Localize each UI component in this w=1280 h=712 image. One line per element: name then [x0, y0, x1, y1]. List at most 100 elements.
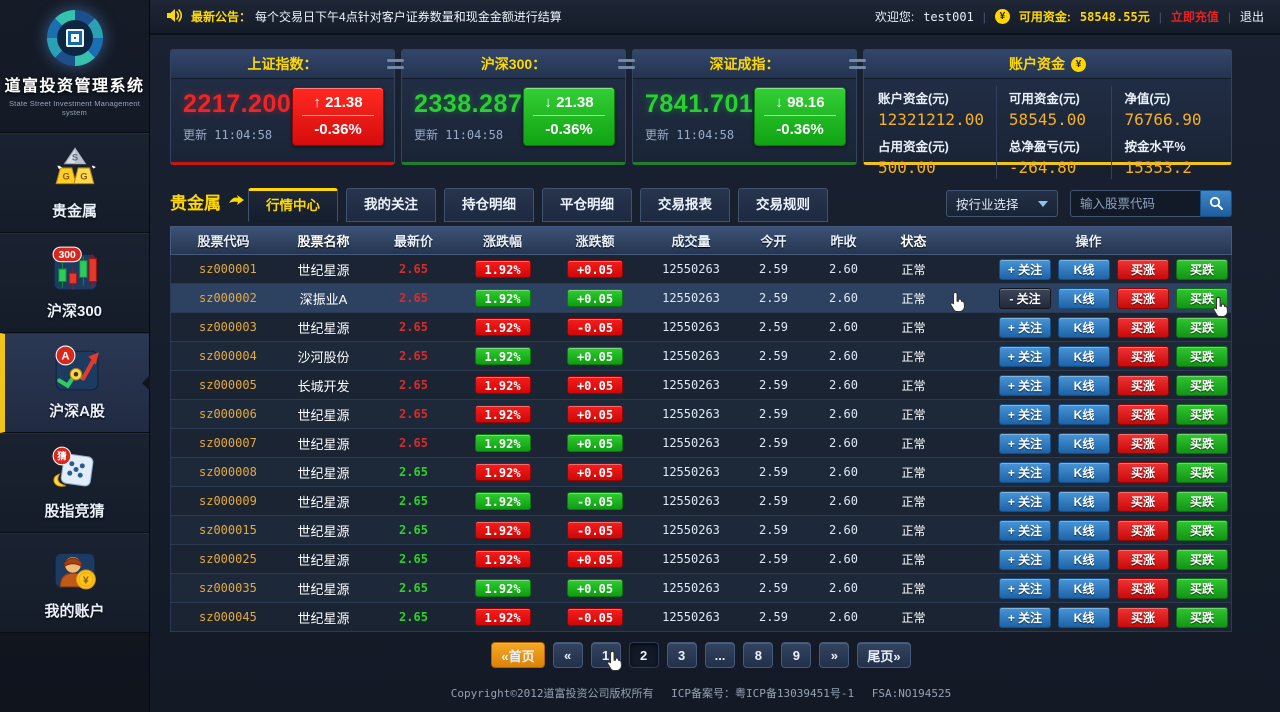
buy-down-button[interactable]: 买跌 [1176, 549, 1228, 570]
kline-button[interactable]: K线 [1058, 288, 1110, 309]
recharge-link[interactable]: 立即充值 [1171, 8, 1219, 25]
page-button-ellipsis[interactable]: ... [705, 642, 736, 668]
index-card-title: 沪深300： [402, 50, 625, 79]
kline-button[interactable]: K线 [1058, 317, 1110, 338]
watch-button[interactable]: + 关注 [999, 607, 1051, 628]
kline-button[interactable]: K线 [1058, 346, 1110, 367]
page-button-last[interactable]: 尾页» [857, 642, 910, 668]
buy-up-button[interactable]: 买涨 [1117, 375, 1169, 396]
kline-button[interactable]: K线 [1058, 607, 1110, 628]
watch-button[interactable]: + 关注 [999, 520, 1051, 541]
page-button-1[interactable]: 1 [591, 642, 621, 668]
table-row[interactable]: sz000015 世纪星源 2.65 1.92% -0.05 12550263 … [170, 516, 1232, 545]
table-row[interactable]: sz000007 世纪星源 2.65 1.92% +0.05 12550263 … [170, 429, 1232, 458]
page-button-9[interactable]: 9 [781, 642, 811, 668]
sidebar-item-沪深300[interactable]: 300 沪深300 [0, 233, 149, 333]
tab-交易报表[interactable]: 交易报表 [640, 188, 730, 222]
page-button-3[interactable]: 3 [667, 642, 697, 668]
watch-button[interactable]: + 关注 [999, 317, 1051, 338]
tab-我的关注[interactable]: 我的关注 [346, 188, 436, 222]
page-button-2[interactable]: 2 [629, 642, 659, 668]
buy-up-button[interactable]: 买涨 [1117, 288, 1169, 309]
kline-button[interactable]: K线 [1058, 491, 1110, 512]
tab-bar: 行情中心我的关注持仓明细平仓明细交易报表交易规则 [248, 188, 828, 222]
table-row[interactable]: sz000045 世纪星源 2.65 1.92% -0.05 12550263 … [170, 603, 1232, 632]
table-row[interactable]: sz000025 世纪星源 2.65 1.92% +0.05 12550263 … [170, 545, 1232, 574]
industry-select[interactable]: 按行业选择 [946, 190, 1058, 217]
buy-up-button[interactable]: 买涨 [1117, 404, 1169, 425]
watch-button[interactable]: + 关注 [999, 578, 1051, 599]
buy-up-button[interactable]: 买涨 [1117, 346, 1169, 367]
table-row[interactable]: sz000008 世纪星源 2.65 1.92% +0.05 12550263 … [170, 458, 1232, 487]
watch-button[interactable]: + 关注 [999, 375, 1051, 396]
watch-button[interactable]: + 关注 [999, 491, 1051, 512]
buy-up-button[interactable]: 买涨 [1117, 607, 1169, 628]
breadcrumb-market[interactable]: 贵金属 [170, 189, 248, 222]
kline-button[interactable]: K线 [1058, 578, 1110, 599]
buy-up-button[interactable]: 买涨 [1117, 549, 1169, 570]
page-button-first[interactable]: «首页 [491, 642, 544, 668]
watch-button[interactable]: + 关注 [999, 346, 1051, 367]
buy-down-button[interactable]: 买跌 [1176, 433, 1228, 454]
kline-button[interactable]: K线 [1058, 549, 1110, 570]
watch-button[interactable]: + 关注 [999, 549, 1051, 570]
buy-down-button[interactable]: 买跌 [1176, 288, 1228, 309]
buy-down-button[interactable]: 买跌 [1176, 578, 1228, 599]
buy-up-button[interactable]: 买涨 [1117, 491, 1169, 512]
sidebar-item-沪深A股[interactable]: A 沪深A股 [0, 333, 149, 433]
watch-button[interactable]: + 关注 [999, 404, 1051, 425]
open-price: 2.59 [741, 436, 806, 450]
buy-up-button[interactable]: 买涨 [1117, 520, 1169, 541]
table-row[interactable]: sz000003 世纪星源 2.65 1.92% -0.05 12550263 … [170, 313, 1232, 342]
buy-down-button[interactable]: 买跌 [1176, 491, 1228, 512]
table-row[interactable]: sz000001 世纪星源 2.65 1.92% +0.05 12550263 … [170, 255, 1232, 284]
logout-link[interactable]: 退出 [1240, 8, 1264, 25]
table-row[interactable]: sz000035 世纪星源 2.65 1.92% +0.05 12550263 … [170, 574, 1232, 603]
tab-行情中心[interactable]: 行情中心 [248, 188, 338, 222]
open-price: 2.59 [741, 320, 806, 334]
buy-down-button[interactable]: 买跌 [1176, 346, 1228, 367]
table-row[interactable]: sz000005 长城开发 2.65 1.92% +0.05 12550263 … [170, 371, 1232, 400]
kline-button[interactable]: K线 [1058, 259, 1110, 280]
sidebar-item-贵金属[interactable]: SGG 贵金属 [0, 133, 149, 233]
table-row[interactable]: sz000004 沙河股份 2.65 1.92% +0.05 12550263 … [170, 342, 1232, 371]
sidebar-item-股指竞猜[interactable]: 猜 股指竞猜 [0, 433, 149, 533]
watch-button[interactable]: + 关注 [999, 433, 1051, 454]
stock-code-input[interactable] [1070, 190, 1200, 217]
buy-down-button[interactable]: 买跌 [1176, 404, 1228, 425]
buy-up-button[interactable]: 买涨 [1117, 578, 1169, 599]
buy-down-button[interactable]: 买跌 [1176, 259, 1228, 280]
buy-down-button[interactable]: 买跌 [1176, 375, 1228, 396]
kline-button[interactable]: K线 [1058, 433, 1110, 454]
kline-button[interactable]: K线 [1058, 520, 1110, 541]
table-row[interactable]: sz000002 深振业A 2.65 1.92% +0.05 12550263 … [170, 284, 1232, 313]
kline-button[interactable]: K线 [1058, 375, 1110, 396]
page-button-8[interactable]: 8 [743, 642, 773, 668]
table-row[interactable]: sz000006 世纪星源 2.65 1.92% +0.05 12550263 … [170, 400, 1232, 429]
buy-up-button[interactable]: 买涨 [1117, 317, 1169, 338]
buy-down-button[interactable]: 买跌 [1176, 607, 1228, 628]
buy-down-button[interactable]: 买跌 [1176, 520, 1228, 541]
watch-button[interactable]: + 关注 [999, 462, 1051, 483]
buy-up-button[interactable]: 买涨 [1117, 462, 1169, 483]
buy-down-button[interactable]: 买跌 [1176, 317, 1228, 338]
buy-up-button[interactable]: 买涨 [1117, 259, 1169, 280]
tab-平仓明细[interactable]: 平仓明细 [542, 188, 632, 222]
trend-arrow-icon: ↑ [313, 94, 321, 111]
page-button-next[interactable]: » [819, 642, 849, 668]
kline-button[interactable]: K线 [1058, 404, 1110, 425]
tab-交易规则[interactable]: 交易规则 [738, 188, 828, 222]
kline-button[interactable]: K线 [1058, 462, 1110, 483]
sidebar-item-我的账户[interactable]: ¥ 我的账户 [0, 533, 149, 633]
page-button-prev[interactable]: « [553, 642, 583, 668]
watch-button[interactable]: + 关注 [999, 259, 1051, 280]
buy-up-button[interactable]: 买涨 [1117, 433, 1169, 454]
buy-down-button[interactable]: 买跌 [1176, 462, 1228, 483]
stock-code: sz000002 [171, 291, 276, 305]
watch-button[interactable]: - 关注 [999, 288, 1051, 309]
tab-持仓明细[interactable]: 持仓明细 [444, 188, 534, 222]
table-row[interactable]: sz000009 世纪星源 2.65 1.92% -0.05 12550263 … [170, 487, 1232, 516]
search-button[interactable] [1200, 190, 1232, 217]
change-amt-badge: -0.05 [567, 492, 623, 510]
change-value: 21.38 [556, 94, 594, 111]
